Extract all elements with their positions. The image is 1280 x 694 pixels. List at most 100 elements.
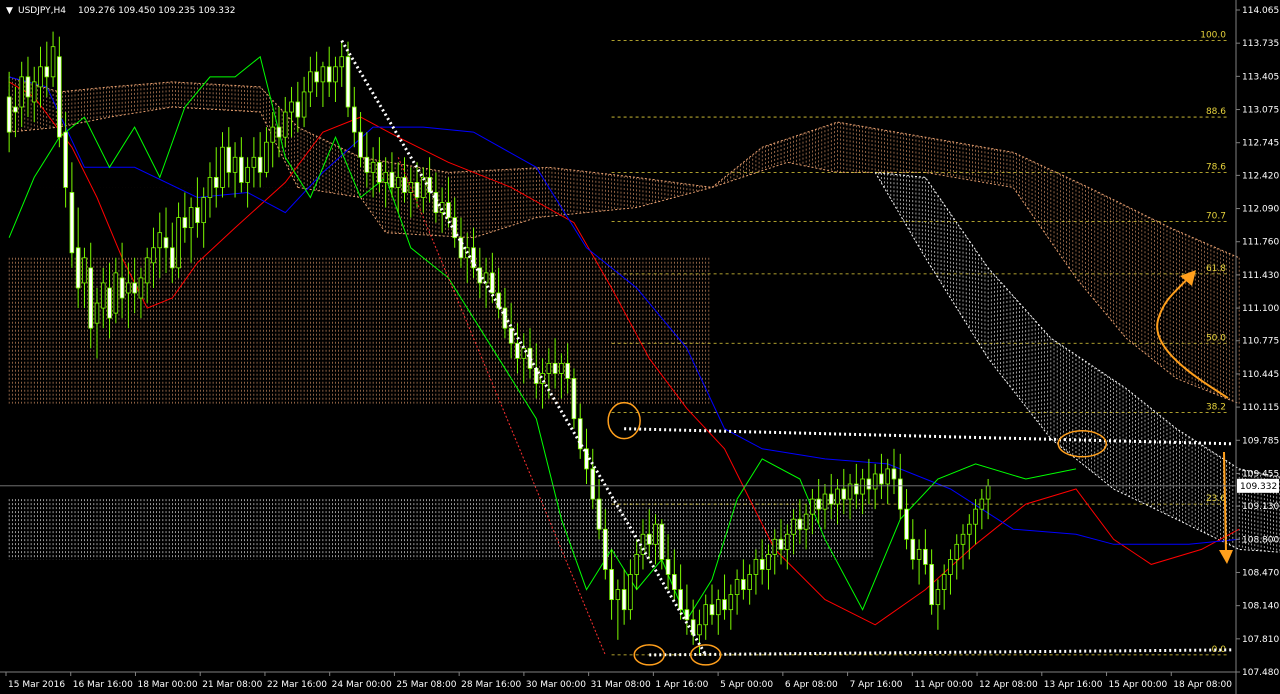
x-tick-label: 25 Mar 08:00 [396,680,456,690]
candle-body-bull [979,498,985,510]
y-tick-label: 107.480 [1242,668,1279,678]
fibo-level-label: 61.8 [1206,264,1226,274]
candle-body-bear [515,342,520,359]
candle-body-bull [31,81,37,103]
candle-body-bear [44,66,50,78]
candle-body-bear [759,559,765,570]
candle-body-bear [88,267,94,329]
candle-body-bear [6,96,12,133]
candle-body-bull [207,176,213,198]
candle-body-bear [709,604,715,616]
candle-body-bull [339,56,345,68]
x-tick-label: 7 Apr 16:00 [850,680,903,690]
menu-triangle-icon[interactable]: ▼ [6,6,13,16]
y-tick-label: 110.775 [1242,337,1279,347]
candle-body-bear [358,131,363,158]
candle-body-bull [885,468,890,485]
candle-body-bull [860,478,865,495]
candle-body-bear [552,362,558,374]
x-tick-label: 12 Apr 08:00 [979,680,1038,690]
y-tick-label: 110.445 [1242,370,1279,380]
candle-body-bear [684,609,690,621]
candle-body-bull [333,66,338,83]
candle-body-bear [904,508,909,540]
candle-body-bull [383,171,388,183]
candle-body-bull [810,498,815,515]
current-price-label: 109.332 [1240,482,1277,492]
candle-body-bull [941,574,947,590]
candle-body-bull [634,553,639,575]
candle-body-bull [772,538,778,555]
candle-body-bull [628,574,633,611]
x-tick-label: 15 Mar 2016 [8,680,65,690]
candle-body-bear [13,106,18,113]
candle-body-bear [527,347,533,369]
candle-body-bull [264,141,269,173]
x-tick-label: 30 Mar 00:00 [526,680,586,690]
candle-body-bear [195,207,200,224]
y-tick-label: 108.800 [1242,535,1279,545]
x-tick-label: 28 Mar 16:00 [461,680,521,690]
candle-body-bear [63,131,68,188]
candle-body-bull [232,156,238,173]
candle-body-bull [282,111,288,138]
y-tick-label: 110.115 [1242,403,1279,413]
candle-body-bear [841,488,847,500]
y-tick-label: 111.430 [1242,271,1279,281]
candle-body-bear [496,292,501,309]
fibo-level-label: 38.2 [1206,403,1226,413]
candle-body-bull [615,589,621,601]
candle-body-bull [803,513,809,530]
y-tick-label: 113.735 [1242,39,1279,49]
candle-body-bear [326,66,332,83]
candle-body-bear [213,176,219,188]
price-chart[interactable]: 100.0 88.6 78.6 70.7 61.8 50.0 38.2 23.6 0.0 114… [0,0,1280,694]
candle-body-bear [659,523,665,560]
candle-body-bear [923,548,928,565]
candle-body-bull [144,257,150,284]
x-tick-label: 6 Apr 08:00 [785,680,838,690]
candle-body-bull [301,91,307,118]
candle-body-bear [571,378,577,420]
candle-body-bull [715,599,721,616]
candle-body-bear [866,478,872,490]
chart-header[interactable]: ▼ USDJPY,H4 109.276 109.450 109.235 109.… [6,6,235,16]
candle-body-bear [621,589,627,611]
fibo-level-label: 50.0 [1206,333,1226,343]
candle-body-bull [935,589,941,606]
y-tick-label: 112.420 [1242,171,1279,181]
x-tick-label: 18 Apr 08:00 [1173,680,1232,690]
candle-body-bull [747,574,752,590]
candle-body-bull [100,282,106,309]
y-tick-label: 112.090 [1242,205,1279,215]
candle-body-bull [82,257,87,284]
candle-body-bull [728,594,734,611]
candle-body-bear [57,56,62,138]
candle-body-bear [565,362,570,379]
fibo-level-label: 0.0 [1212,645,1227,655]
candle-body-bull [308,71,313,93]
candle-body-bull [439,202,445,213]
candle-body-bull [251,156,257,168]
candle-body-bear [364,156,370,173]
candle-body-bull [960,533,966,545]
candle-body-bear [414,182,420,198]
candle-body-bear [377,161,382,183]
x-tick-label: 22 Mar 16:00 [267,680,327,690]
candle-body-bear [107,287,112,319]
candle-body-bull [697,624,702,636]
x-tick-label: 11 Apr 00:00 [914,680,973,690]
x-tick-label: 5 Apr 00:00 [720,680,773,690]
candle-body-bull [370,161,376,173]
candle-body-bear [163,237,169,249]
candle-body-bull [270,126,275,143]
x-tick-label: 31 Mar 08:00 [591,680,651,690]
y-tick-label: 114.065 [1242,6,1279,16]
candle-body-bear [690,619,696,636]
fibo-level-label: 100.0 [1200,31,1226,41]
candle-body-bull [847,483,853,500]
y-tick-label: 111.760 [1242,238,1279,248]
fibo-level-label: 78.6 [1206,162,1226,172]
candle-body-bear [389,171,395,188]
candle-body-bear [672,574,677,590]
